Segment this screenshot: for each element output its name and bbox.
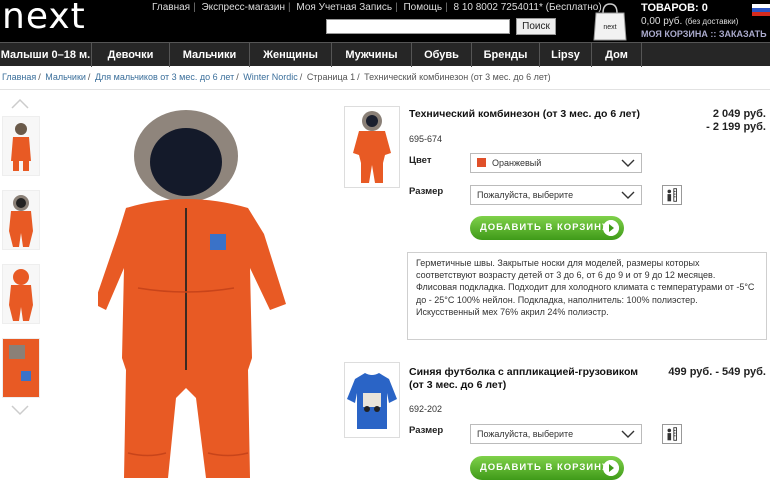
main-product-image[interactable]	[98, 108, 288, 488]
product-thumbnail-2[interactable]	[2, 190, 40, 250]
product-thumbnail-1[interactable]	[2, 116, 40, 176]
product1-add-to-cart-button[interactable]: ДОБАВИТЬ В КОРЗИНУ	[470, 216, 624, 240]
cart-summary: ТОВАРОВ: 0 0,00 руб. (без доставки) МОЯ …	[641, 2, 767, 39]
thumbnail-child-photo	[11, 123, 31, 171]
product2-title[interactable]: Синяя футболка с аппликацией-грузовиком …	[409, 366, 641, 392]
top-link-account[interactable]: Моя Учетная Запись	[296, 2, 392, 13]
product1-price-to: - 2 199 руб.	[706, 121, 766, 133]
top-link-home[interactable]: Главная	[152, 2, 190, 13]
product2-add-to-cart-label: ДОБАВИТЬ В КОРЗИНУ	[480, 462, 609, 473]
product2-thumbnail-image	[347, 373, 397, 429]
bag-label: next	[603, 24, 616, 31]
breadcrumb-home[interactable]: Главная	[2, 72, 36, 82]
product1-size-select[interactable]: Пожалуйста, выберите	[470, 185, 642, 205]
product2-size-label: Размер	[409, 425, 444, 436]
chevron-down-icon	[621, 430, 635, 438]
product1-size-label: Размер	[409, 186, 444, 197]
divider	[0, 89, 770, 90]
product2-price: 499 руб. - 549 руб.	[668, 366, 766, 378]
arrow-right-icon	[603, 220, 619, 236]
product1-thumbnail[interactable]	[344, 106, 400, 188]
nav-item-brands[interactable]: Бренды	[472, 43, 540, 67]
thumbnail-suit-back	[9, 269, 33, 321]
breadcrumb-current: Технический комбинезон (от 3 мес. до 6 л…	[364, 72, 551, 82]
arrow-right-icon	[603, 460, 619, 476]
color-swatch	[477, 158, 486, 168]
product-thumbnail-4[interactable]	[2, 338, 40, 398]
breadcrumb-page: Страница 1	[306, 72, 356, 82]
product-thumbnail-3[interactable]	[2, 264, 40, 324]
thumbnail-down-arrow-icon[interactable]	[10, 404, 30, 416]
product2-thumbnail[interactable]	[344, 362, 400, 438]
site-header: next Главная | Экспресс-магазин | Моя Учет…	[0, 0, 770, 42]
nav-item-home[interactable]: Дом	[592, 43, 642, 67]
product1-code: 695-674	[409, 134, 443, 144]
breadcrumb: Главная / Мальчики / Для мальчиков от 3 ме…	[2, 72, 551, 82]
size-guide-icon[interactable]	[662, 424, 682, 444]
shopping-bag-icon[interactable]: next	[590, 1, 630, 41]
product1-thumbnail-image	[353, 111, 391, 183]
russia-flag-icon[interactable]	[752, 4, 770, 16]
product1-color-value: Оранжевый	[492, 158, 542, 168]
top-links: Главная | Экспресс-магазин | Моя Учетная З…	[152, 2, 602, 13]
chevron-down-icon	[621, 191, 635, 199]
breadcrumb-boys-3m-6y[interactable]: Для мальчиков от 3 мес. до 6 лет	[95, 72, 234, 82]
product1-description: Герметичные швы. Закрытые носки для моде…	[407, 252, 767, 340]
nav-item-shoes[interactable]: Обувь	[412, 43, 472, 67]
product2-size-select[interactable]: Пожалуйста, выберите	[470, 424, 642, 444]
product1-price-from: 2 049 руб.	[712, 108, 766, 120]
top-link-express[interactable]: Экспресс-магазин	[201, 2, 285, 13]
cart-price-note: (без доставки)	[685, 17, 739, 26]
product2-code: 692-202	[409, 404, 443, 414]
product1-add-to-cart-label: ДОБАВИТЬ В КОРЗИНУ	[480, 222, 609, 233]
search-button[interactable]: Поиск	[516, 18, 556, 35]
breadcrumb-winter-nordic[interactable]: Winter Nordic	[243, 72, 298, 82]
product1-title[interactable]: Технический комбинезон (от 3 мес. до 6 л…	[409, 108, 649, 121]
top-link-help[interactable]: Помощь	[403, 2, 442, 13]
product1-color-label: Цвет	[409, 155, 432, 166]
next-logo[interactable]: next	[2, 0, 86, 37]
thumbnail-suit-front	[9, 195, 33, 247]
search-input[interactable]	[326, 19, 510, 34]
nav-item-girls[interactable]: Девочки	[92, 43, 170, 67]
breadcrumb-boys[interactable]: Мальчики	[45, 72, 86, 82]
cart-items-count: ТОВАРОВ: 0	[641, 2, 708, 14]
nav-item-babies[interactable]: Малыши 0–18 м.	[0, 43, 92, 67]
product1-color-select[interactable]: Оранжевый	[470, 153, 642, 173]
cart-price: 0,00 руб.	[641, 16, 683, 27]
product2-add-to-cart-button[interactable]: ДОБАВИТЬ В КОРЗИНУ	[470, 456, 624, 480]
thumbnail-up-arrow-icon[interactable]	[10, 98, 30, 110]
size-guide-icon[interactable]	[662, 185, 682, 205]
nav-item-men[interactable]: Мужчины	[332, 43, 412, 67]
top-link-phone: 8 10 8002 7254011* (Бесплатно)	[453, 2, 602, 13]
product1-size-value: Пожалуйста, выберите	[477, 190, 574, 200]
nav-item-women[interactable]: Женщины	[250, 43, 332, 67]
chevron-down-icon	[621, 159, 635, 167]
product2-size-value: Пожалуйста, выберите	[477, 429, 574, 439]
nav-item-lipsy[interactable]: Lipsy	[540, 43, 592, 67]
cart-links[interactable]: МОЯ КОРЗИНА :: ЗАКАЗАТЬ	[641, 29, 767, 39]
main-nav: Малыши 0–18 м. Девочки Мальчики Женщины …	[0, 42, 770, 67]
nav-item-boys[interactable]: Мальчики	[170, 43, 250, 67]
product1-price: 2 049 руб. - 2 199 руб.	[660, 108, 766, 134]
thumbnail-suit-detail	[3, 339, 39, 397]
